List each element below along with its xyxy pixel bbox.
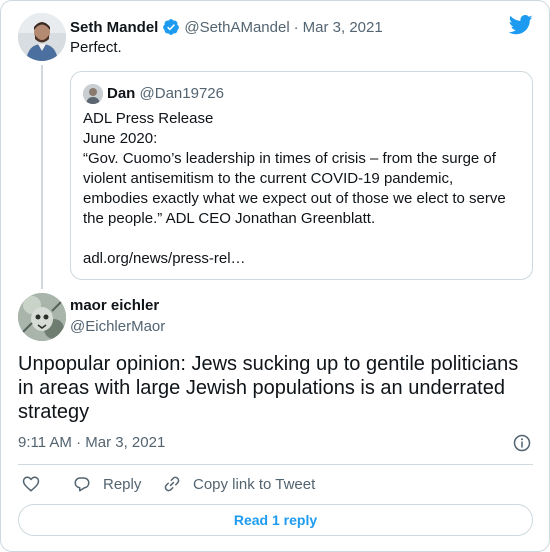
- tweet-timestamp[interactable]: 9:11 AM · Mar 3, 2021: [18, 434, 165, 451]
- tweet-embed-card: Seth Mandel @SethAMandel · Mar 3, 2021 P…: [0, 0, 550, 552]
- avatar-dan: [83, 84, 103, 104]
- main-author-name[interactable]: maor eichler: [70, 297, 159, 314]
- info-icon[interactable]: [513, 434, 531, 452]
- main-author-handle[interactable]: @EichlerMaor: [70, 318, 165, 335]
- quoted-line: [83, 229, 523, 249]
- main-tweet-line: in areas with large Jewish populations i…: [18, 377, 505, 399]
- link-icon: [164, 476, 180, 492]
- quoted-author-handle: @Dan19726: [139, 85, 224, 102]
- author-name[interactable]: Seth Mandel: [70, 19, 158, 36]
- verified-badge-icon: [163, 19, 180, 35]
- quoted-line: ADL Press Release: [83, 110, 214, 127]
- reply-label: Reply: [103, 475, 142, 493]
- quoted-line: violent antisemitism to the current COVI…: [83, 170, 454, 187]
- main-tweet-line: strategy: [18, 401, 90, 423]
- avatar-seth-mandel[interactable]: [18, 13, 66, 61]
- quoted-author-name: Dan: [107, 85, 136, 102]
- actions-divider: [18, 464, 533, 465]
- quoted-tweet-body: ADL Press Release June 2020: “Gov. Cuomo…: [83, 109, 523, 269]
- quoted-link[interactable]: adl.org/news/press-rel…: [83, 249, 523, 269]
- parent-tweet-header: Seth Mandel @SethAMandel · Mar 3, 2021: [70, 17, 383, 37]
- copy-link-label: Copy link to Tweet: [193, 475, 316, 493]
- tweet-date[interactable]: Mar 3, 2021: [303, 19, 383, 36]
- like-button[interactable]: [22, 473, 52, 495]
- quoted-line: embodies exactly what we expect out of t…: [83, 190, 506, 207]
- main-tweet-text: Unpopular opinion: Jews sucking up to ge…: [18, 352, 538, 424]
- read-replies-button[interactable]: Read 1 reply: [18, 504, 533, 536]
- author-handle[interactable]: @SethAMandel: [184, 19, 289, 36]
- meta-separator: ·: [293, 18, 299, 36]
- parent-tweet-text: Perfect.: [70, 39, 122, 56]
- quoted-line: “Gov. Cuomo’s leadership in times of cri…: [83, 150, 496, 167]
- quoted-tweet[interactable]: Dan @Dan19726 ADL Press Release June 202…: [70, 71, 533, 280]
- reply-button[interactable]: Reply: [73, 473, 141, 495]
- twitter-bird-icon[interactable]: [509, 15, 533, 35]
- reply-bubble-icon: [74, 477, 90, 492]
- quoted-line: the people.” ADL CEO Jonathan Greenblatt…: [83, 210, 376, 227]
- quoted-line: June 2020:: [83, 130, 158, 147]
- heart-icon: [22, 476, 40, 492]
- main-tweet-line: Unpopular opinion: Jews sucking up to ge…: [18, 353, 519, 375]
- thread-connector-line: [41, 65, 43, 289]
- copy-link-button[interactable]: Copy link to Tweet: [163, 473, 315, 495]
- quoted-tweet-header: Dan @Dan19726: [107, 85, 224, 102]
- avatar-maor-eichler[interactable]: [18, 293, 66, 341]
